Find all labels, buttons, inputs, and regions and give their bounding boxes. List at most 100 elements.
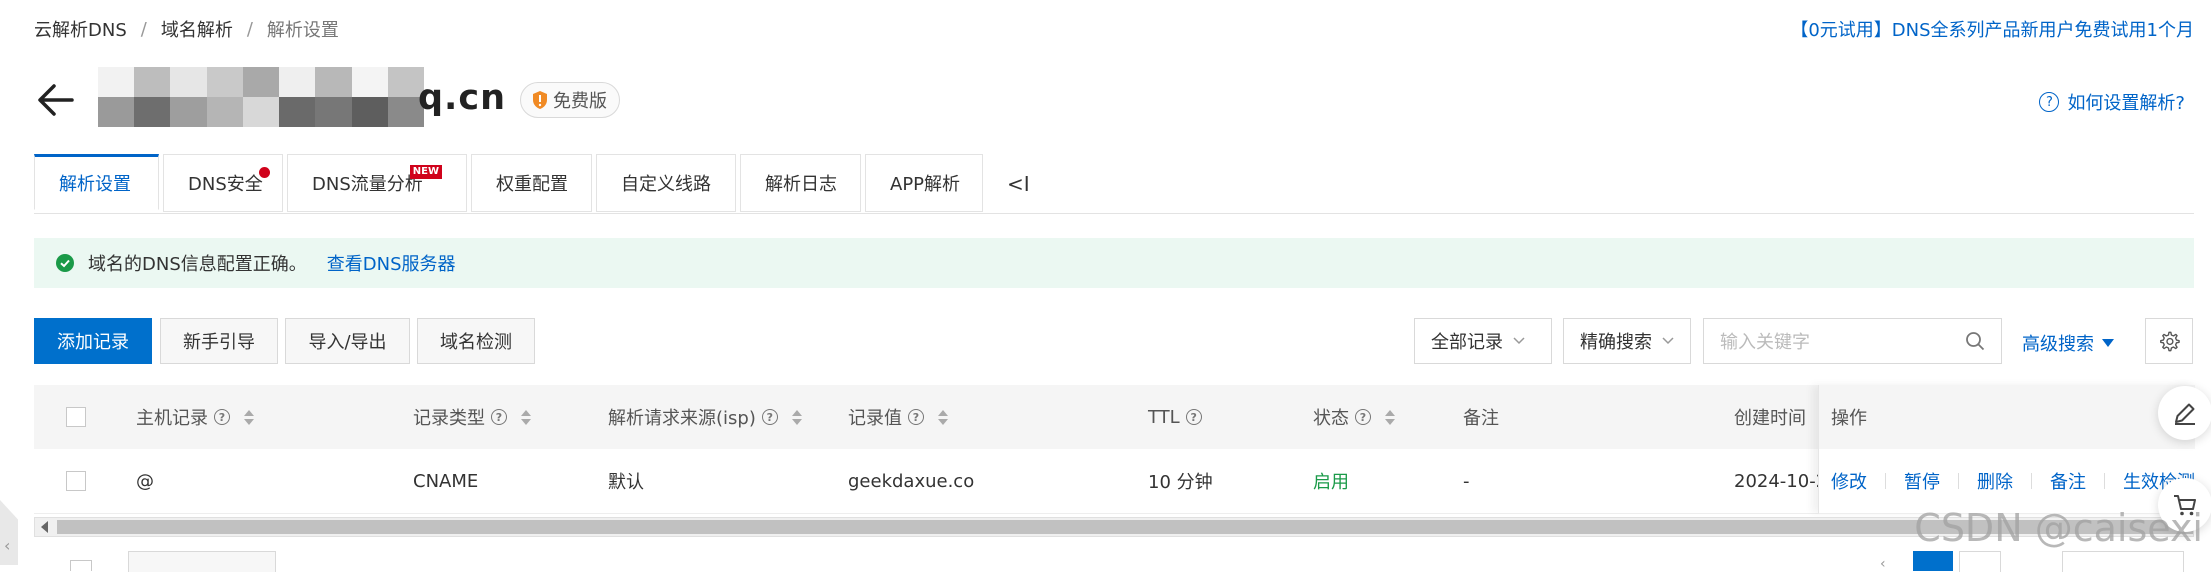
edit-pen-icon — [2175, 403, 2195, 425]
view-dns-servers-link[interactable]: 查看DNS服务器 — [327, 250, 456, 276]
row-checkbox[interactable] — [66, 471, 86, 491]
chevron-left-icon: ‹ — [4, 536, 11, 555]
scroll-left-arrow-icon[interactable] — [41, 521, 48, 533]
tab-collapse-icon[interactable]: <I — [987, 154, 1050, 214]
cell-type: CNAME — [413, 470, 479, 492]
question-circle-icon[interactable]: ? — [908, 409, 924, 425]
search-mode-select[interactable]: 精确搜索 — [1563, 318, 1691, 364]
cell-created: 2024-10-2 — [1734, 470, 1828, 492]
tab-custom-lines[interactable]: 自定义线路 — [596, 154, 736, 212]
tab-app-resolution[interactable]: APP解析 — [865, 154, 983, 212]
sidebar-collapse-handle[interactable] — [0, 500, 18, 565]
blurred-domain-mosaic — [98, 67, 424, 127]
caret-down-icon — [2102, 339, 2114, 347]
sort-icon[interactable] — [1385, 409, 1395, 425]
cell-host: @ — [136, 470, 154, 492]
edition-badge: 免费版 — [520, 82, 620, 118]
keyword-search-input[interactable]: 输入关键字 — [1703, 318, 2002, 364]
tab-label: DNS流量分析 — [312, 174, 423, 195]
tab-dns-security[interactable]: DNS安全 — [163, 154, 283, 212]
row-actions: 修改 暂停 删除 备注 生效检测 — [1831, 449, 2195, 513]
select-all-checkbox-cell — [66, 385, 86, 449]
cell-status: 启用 — [1313, 472, 1349, 493]
pager-current-page[interactable] — [1913, 551, 1953, 571]
remark-record-link[interactable]: 备注 — [2050, 468, 2086, 494]
col-isp-label: 解析请求来源(isp) — [608, 408, 756, 429]
question-circle-icon[interactable]: ? — [214, 409, 230, 425]
select-all-checkbox[interactable] — [66, 407, 86, 427]
search-mode-value: 精确搜索 — [1580, 332, 1652, 353]
question-circle-icon[interactable]: ? — [491, 409, 507, 425]
col-remark-label: 备注 — [1463, 408, 1499, 429]
feedback-float-button[interactable] — [2158, 386, 2211, 440]
pause-record-link[interactable]: 暂停 — [1904, 468, 1940, 494]
sort-icon[interactable] — [938, 409, 948, 425]
breadcrumb-separator: / — [246, 18, 253, 40]
sort-icon[interactable] — [521, 409, 531, 425]
question-circle-icon[interactable]: ? — [761, 409, 778, 425]
batch-action-button[interactable] — [128, 551, 276, 572]
pager-prev-icon[interactable]: ‹ — [1880, 556, 1886, 572]
col-created: 创建时间 — [1734, 385, 1806, 449]
record-filter-select[interactable]: 全部记录 — [1414, 318, 1552, 364]
back-arrow-icon[interactable] — [36, 80, 76, 120]
tab-bar: 解析设置 DNS安全 DNS流量分析 NEW 权重配置 自定义线路 解析日志 A… — [34, 154, 1050, 214]
col-ttl-label: TTL — [1148, 406, 1180, 428]
advanced-search-toggle[interactable]: 高级搜索 — [2022, 330, 2114, 356]
add-record-button[interactable]: 添加记录 — [34, 318, 152, 364]
tab-label: 权重配置 — [496, 174, 568, 195]
free-trial-promo-link[interactable]: 【0元试用】DNS全系列产品新用户免费试用1个月 — [1790, 16, 2194, 42]
sort-icon[interactable] — [791, 409, 802, 425]
shield-icon — [533, 91, 547, 109]
tab-resolution-log[interactable]: 解析日志 — [740, 154, 861, 212]
breadcrumb-separator: / — [140, 18, 147, 40]
help-link-label: 如何设置解析? — [2067, 93, 2185, 114]
col-remark: 备注 — [1463, 385, 1499, 449]
table-settings-button[interactable] — [2145, 318, 2193, 364]
chevron-down-icon — [1662, 337, 1674, 345]
col-ttl: TTL ? — [1148, 385, 1202, 449]
tab-weight-config[interactable]: 权重配置 — [471, 154, 592, 212]
page-size-select[interactable] — [2062, 551, 2184, 572]
tab-dns-traffic-analysis[interactable]: DNS流量分析 NEW — [287, 154, 467, 212]
col-status[interactable]: 状态 ? — [1313, 385, 1395, 449]
footer-checkbox[interactable] — [70, 560, 92, 571]
pager-next-button[interactable] — [1959, 551, 2001, 572]
horizontal-scrollbar[interactable] — [34, 517, 2194, 537]
operations-column: 操作 修改 暂停 删除 备注 生效检测 — [1818, 385, 2195, 514]
tab-dns-settings[interactable]: 解析设置 — [34, 154, 159, 210]
alert-message: 域名的DNS信息配置正确。 — [88, 254, 307, 275]
tab-label: APP解析 — [890, 174, 961, 195]
import-export-button[interactable]: 导入/导出 — [285, 318, 410, 364]
edit-record-link[interactable]: 修改 — [1831, 468, 1867, 494]
notification-dot — [259, 167, 270, 178]
col-host[interactable]: 主机记录 ? — [136, 385, 254, 449]
col-host-label: 主机记录 — [136, 408, 208, 429]
question-circle-icon[interactable]: ? — [1355, 409, 1371, 425]
breadcrumb: 云解析DNS / 域名解析 / 解析设置 — [34, 16, 339, 42]
col-created-label: 创建时间 — [1734, 408, 1806, 429]
search-icon[interactable] — [1965, 331, 1985, 351]
delete-record-link[interactable]: 删除 — [1977, 468, 2013, 494]
sort-icon[interactable] — [244, 409, 254, 425]
breadcrumb-item-current: 解析设置 — [266, 20, 339, 41]
help-link[interactable]: ? 如何设置解析? — [2039, 89, 2185, 115]
tab-label: DNS安全 — [188, 174, 263, 195]
question-circle-icon: ? — [2039, 92, 2060, 112]
breadcrumb-item-domain[interactable]: 域名解析 — [161, 16, 233, 42]
cell-remark: - — [1463, 470, 1470, 492]
question-circle-icon[interactable]: ? — [1185, 409, 1202, 425]
scrollbar-thumb[interactable] — [57, 520, 2193, 534]
breadcrumb-item-dns[interactable]: 云解析DNS — [34, 16, 127, 42]
new-badge: NEW — [409, 165, 442, 179]
col-status-label: 状态 — [1313, 408, 1349, 429]
domain-check-button[interactable]: 域名检测 — [417, 318, 535, 364]
beginner-guide-button[interactable]: 新手引导 — [160, 318, 278, 364]
col-isp[interactable]: 解析请求来源(isp) ? — [608, 385, 802, 449]
col-type[interactable]: 记录类型 ? — [413, 385, 531, 449]
row-checkbox-cell — [66, 449, 86, 513]
dns-config-alert: 域名的DNS信息配置正确。 查看DNS服务器 — [34, 238, 2194, 288]
col-value[interactable]: 记录值 ? — [848, 385, 948, 449]
check-circle-icon — [56, 254, 74, 272]
gear-icon — [2160, 331, 2180, 352]
